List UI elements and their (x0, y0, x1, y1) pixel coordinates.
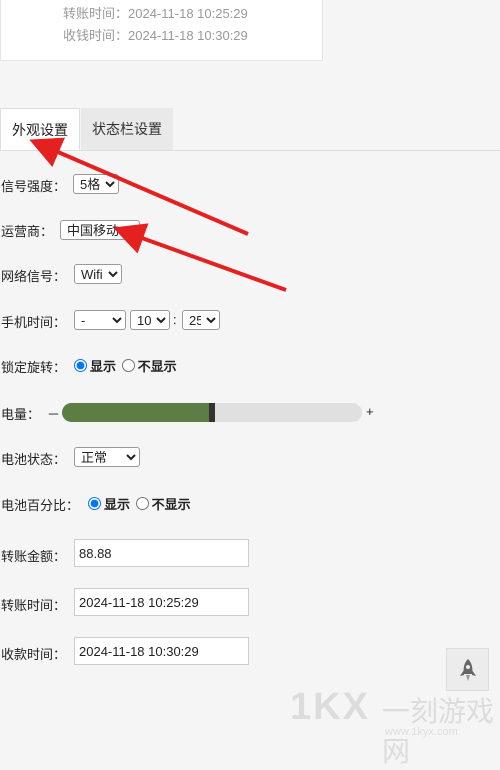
tab-appearance[interactable]: 外观设置 (0, 108, 80, 150)
phone-time-minute-select[interactable]: 25 (182, 310, 220, 330)
transfer-amount-label: 转账金额： (1, 549, 67, 564)
rocket-icon (459, 658, 476, 681)
carrier-label: 运营商： (1, 224, 54, 239)
transfer-amount-input[interactable] (74, 539, 249, 567)
battery-percent-hide-radio[interactable] (135, 497, 149, 510)
receive-time-label: 收款时间： (1, 647, 67, 662)
lock-rotation-label: 锁定旋转： (1, 360, 67, 375)
watermark-url: www.1kyx.com (385, 726, 458, 738)
battery-percent-label: 电池百分比： (1, 498, 80, 513)
tab-statusbar[interactable]: 状态栏设置 (81, 108, 173, 150)
preview-receive-time: 收钱时间：2024-11-18 10:30:29 (63, 25, 248, 44)
battery-percent-hide-text: 不显示 (151, 497, 191, 512)
receive-time-input[interactable] (74, 637, 249, 665)
transfer-time-input[interactable] (74, 588, 249, 616)
battery-percent-hide-option[interactable]: 不显示 (135, 494, 191, 513)
battery-slider-handle[interactable] (209, 403, 215, 422)
settings-tabs: 外观设置 状态栏设置 (0, 108, 500, 151)
arrow-to-carrier-select (112, 223, 287, 292)
lock-rotation-show-option[interactable]: 显示 (74, 356, 116, 375)
battery-status-label: 电池状态： (1, 452, 67, 467)
carrier-select[interactable]: 中国移动 (60, 220, 140, 240)
preview-receive-time-label: 收钱时间： (63, 28, 129, 43)
battery-slider-fill (62, 403, 212, 422)
signal-strength-label: 信号强度： (1, 179, 67, 194)
back-to-top-button[interactable] (446, 648, 489, 691)
battery-percent-radio-group: 显示 不显示 (88, 494, 193, 513)
network-signal-label: 网络信号： (1, 269, 67, 284)
signal-strength-select[interactable]: 5格 (73, 174, 119, 194)
battery-level-label: 电量： (1, 407, 41, 422)
preview-transfer-time: 转账时间：2024-11-18 10:25:29 (63, 3, 248, 22)
network-signal-select[interactable]: Wifi (74, 264, 122, 284)
preview-receive-time-value: 2024-11-18 10:30:29 (128, 28, 248, 43)
lock-rotation-show-text: 显示 (90, 359, 117, 374)
preview-card: 转账时间：2024-11-18 10:25:29 收钱时间：2024-11-18… (0, 0, 323, 61)
preview-transfer-time-label: 转账时间： (63, 6, 129, 21)
lock-rotation-hide-radio[interactable] (121, 359, 135, 372)
battery-decrease-button[interactable]: － (47, 404, 60, 423)
lock-rotation-hide-option[interactable]: 不显示 (121, 356, 177, 375)
phone-time-ampm-select[interactable]: - (74, 310, 126, 330)
battery-increase-button[interactable]: + (366, 404, 374, 419)
watermark-logo-mark: 1KX (290, 686, 370, 728)
lock-rotation-show-radio[interactable] (74, 359, 87, 372)
transfer-time-label: 转账时间： (1, 598, 67, 613)
battery-slider[interactable] (62, 403, 362, 422)
lock-rotation-radio-group: 显示 不显示 (74, 356, 179, 375)
phone-time-label: 手机时间： (1, 315, 67, 330)
battery-percent-show-radio[interactable] (88, 497, 101, 510)
lock-rotation-hide-text: 不显示 (137, 359, 177, 374)
battery-status-select[interactable]: 正常 (74, 447, 140, 467)
battery-percent-show-option[interactable]: 显示 (88, 494, 130, 513)
watermark-logo: 1KX 一刻游戏网 www.1kyx.com (290, 686, 500, 767)
battery-percent-show-text: 显示 (104, 497, 131, 512)
phone-time-separator: : (173, 312, 177, 327)
phone-time-hour-select[interactable]: 10 (130, 310, 170, 330)
preview-transfer-time-value: 2024-11-18 10:25:29 (128, 6, 248, 21)
